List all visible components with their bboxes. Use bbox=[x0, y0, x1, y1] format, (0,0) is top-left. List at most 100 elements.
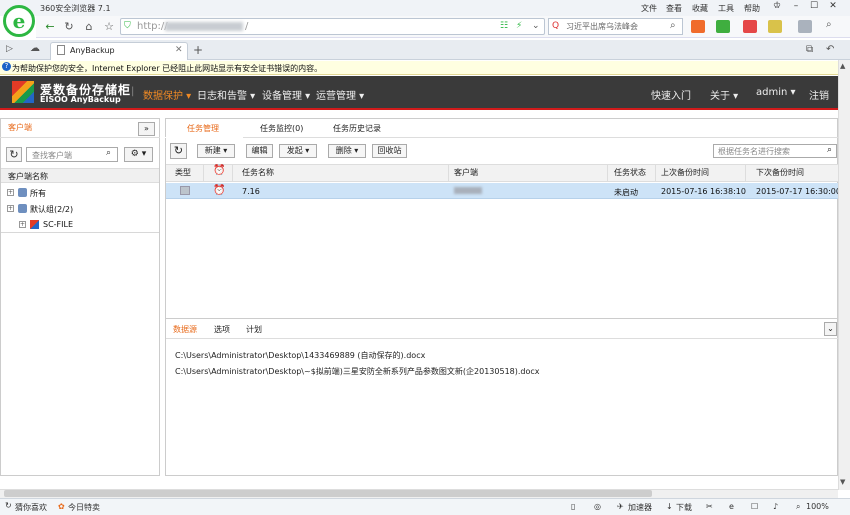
tab-data-source[interactable]: 数据源 bbox=[173, 324, 197, 335]
collapse-panel-button[interactable]: » bbox=[138, 122, 155, 136]
task-name-cell: 7.16 bbox=[242, 187, 260, 196]
shirt-icon[interactable]: ♔ bbox=[770, 1, 784, 14]
sidebar-toggle-icon[interactable]: ▷ bbox=[6, 44, 13, 54]
collapse-detail-button[interactable]: ⌄ bbox=[824, 322, 837, 336]
refresh-clients-button[interactable]: ↻ bbox=[6, 147, 22, 162]
history-icon[interactable]: ◎ bbox=[594, 502, 601, 511]
screenshot-icon[interactable] bbox=[768, 20, 782, 33]
chevron-down-icon[interactable]: ⌄ bbox=[532, 21, 540, 31]
cut-icon[interactable]: ✂ bbox=[706, 502, 713, 511]
tab-clients[interactable]: 客户端 bbox=[8, 122, 32, 133]
tree-item-all[interactable]: 所有 bbox=[30, 188, 46, 199]
recommend-link[interactable]: 猜你喜欢 bbox=[15, 502, 47, 513]
search-icon[interactable]: ⌕ bbox=[670, 20, 676, 31]
menu-tools[interactable]: 工具 bbox=[718, 3, 734, 14]
adobe-icon[interactable] bbox=[743, 20, 757, 33]
tree-divider bbox=[1, 232, 159, 233]
tree-item-sc-file[interactable]: SC-FILE bbox=[43, 220, 73, 229]
column-divider bbox=[607, 165, 608, 181]
column-last-backup[interactable]: 上次备份时间 bbox=[661, 167, 709, 178]
menu-file[interactable]: 文件 bbox=[641, 3, 657, 14]
accelerator-link[interactable]: 加速器 bbox=[628, 502, 652, 513]
search-icon[interactable]: ⌕ bbox=[106, 148, 111, 158]
menu-help[interactable]: 帮助 bbox=[744, 3, 760, 14]
recycle-bin-button[interactable]: 回收站 bbox=[372, 144, 407, 158]
tree-expand-icon[interactable]: + bbox=[19, 221, 26, 228]
zoom-level[interactable]: 100% bbox=[806, 502, 829, 511]
cloud-icon[interactable]: ☁ bbox=[30, 43, 40, 54]
refresh-icon[interactable]: ↻ bbox=[61, 19, 77, 35]
download-link[interactable]: 下载 bbox=[676, 502, 692, 513]
nav-logs-alerts[interactable]: 日志和告警 ▾ bbox=[197, 87, 255, 102]
scroll-down-icon[interactable]: ▼ bbox=[840, 478, 845, 486]
phone-icon[interactable]: ▯ bbox=[571, 502, 575, 511]
minimize-button[interactable]: – bbox=[789, 1, 803, 14]
daily-sale-link[interactable]: 今日特卖 bbox=[68, 502, 100, 513]
delete-task-button[interactable]: 删除 ▾ bbox=[328, 144, 366, 158]
image-icon[interactable] bbox=[798, 20, 812, 33]
nav-device-management[interactable]: 设备管理 ▾ bbox=[262, 87, 310, 102]
nav-operations[interactable]: 运营管理 ▾ bbox=[316, 87, 364, 102]
refresh-tasks-button[interactable]: ↻ bbox=[170, 143, 187, 159]
tab-schedule[interactable]: 计划 bbox=[246, 324, 262, 335]
menu-view[interactable]: 查看 bbox=[666, 3, 682, 14]
column-type[interactable]: 类型 bbox=[175, 167, 191, 178]
speed-mode-icon[interactable]: ⚡ bbox=[516, 21, 522, 31]
undo-close-icon[interactable]: ↶ bbox=[826, 44, 834, 55]
new-tab-icon[interactable]: + bbox=[193, 43, 203, 57]
edit-task-button[interactable]: 编辑 bbox=[246, 144, 273, 158]
data-source-path: C:\Users\Administrator\Desktop\~$拟前端)三星安… bbox=[175, 367, 540, 376]
column-task-name[interactable]: 任务名称 bbox=[242, 167, 274, 178]
window-icon[interactable]: ☐ bbox=[751, 502, 758, 511]
money-icon[interactable] bbox=[716, 20, 730, 33]
tab-task-history[interactable]: 任务历史记录 bbox=[333, 123, 381, 134]
apps-icon[interactable] bbox=[691, 20, 705, 33]
ie-icon[interactable]: e bbox=[729, 502, 734, 511]
search-engine-icon[interactable]: Q bbox=[552, 21, 559, 31]
column-client[interactable]: 客户端 bbox=[454, 167, 478, 178]
user-label: admin bbox=[756, 87, 788, 98]
logout-link[interactable]: 注销 bbox=[809, 87, 829, 102]
home-icon[interactable]: ⌂ bbox=[81, 19, 97, 35]
back-arrow-icon[interactable]: ← bbox=[42, 19, 58, 35]
about-menu[interactable]: 关于 ▾ bbox=[710, 87, 738, 102]
tab-task-management[interactable]: 任务管理 bbox=[187, 123, 219, 134]
tree-expand-icon[interactable]: + bbox=[7, 205, 14, 212]
page-icon bbox=[57, 45, 65, 55]
star-icon[interactable]: ☆ bbox=[101, 19, 117, 35]
browser-tab-title: AnyBackup bbox=[70, 46, 115, 55]
settings-dropdown[interactable]: ⚙ ▾ bbox=[124, 147, 153, 162]
menu-favorites[interactable]: 收藏 bbox=[692, 3, 708, 14]
data-source-path: C:\Users\Administrator\Desktop\143346988… bbox=[175, 351, 426, 360]
scroll-up-icon[interactable]: ▲ bbox=[840, 62, 845, 70]
maximize-button[interactable]: ☐ bbox=[807, 1, 821, 14]
restore-tabs-icon[interactable]: ⧉ bbox=[806, 44, 813, 55]
horizontal-scroll-thumb[interactable] bbox=[4, 490, 652, 497]
tab-options[interactable]: 选项 bbox=[214, 324, 230, 335]
tab-task-monitor[interactable]: 任务监控(0) bbox=[260, 123, 303, 134]
column-next-backup[interactable]: 下次备份时间 bbox=[756, 167, 804, 178]
user-menu[interactable]: admin ▾ bbox=[756, 87, 796, 98]
url-suffix: / bbox=[245, 21, 249, 32]
vertical-scrollbar[interactable] bbox=[838, 60, 850, 490]
tree-item-default-group[interactable]: 默认组(2/2) bbox=[30, 204, 73, 215]
sound-icon[interactable]: ♪ bbox=[773, 502, 778, 511]
compat-mode-icon[interactable]: ☷ bbox=[500, 21, 508, 31]
refresh-icon[interactable]: ↻ bbox=[5, 501, 12, 510]
active-tab-indicator bbox=[165, 137, 243, 138]
quick-start-link[interactable]: 快速入门 bbox=[651, 87, 691, 102]
close-tab-icon[interactable]: ✕ bbox=[175, 45, 183, 55]
search-icon[interactable]: ⌕ bbox=[827, 145, 832, 155]
tree-expand-icon[interactable]: + bbox=[7, 189, 14, 196]
nav-label: 数据保护 bbox=[143, 91, 183, 102]
column-divider bbox=[448, 165, 449, 181]
column-divider bbox=[745, 165, 746, 181]
close-window-button[interactable]: ✕ bbox=[826, 1, 840, 14]
nav-data-protection[interactable]: 数据保护 ▾ bbox=[143, 87, 191, 102]
client-column-title: 客户端名称 bbox=[8, 172, 48, 181]
column-status[interactable]: 任务状态 bbox=[614, 167, 646, 178]
new-task-button[interactable]: 新建 ▾ bbox=[197, 144, 235, 158]
start-task-button[interactable]: 发起 ▾ bbox=[279, 144, 317, 158]
task-search-placeholder: 根据任务名进行搜索 bbox=[718, 147, 790, 156]
find-icon[interactable]: ⌕ bbox=[826, 19, 832, 30]
